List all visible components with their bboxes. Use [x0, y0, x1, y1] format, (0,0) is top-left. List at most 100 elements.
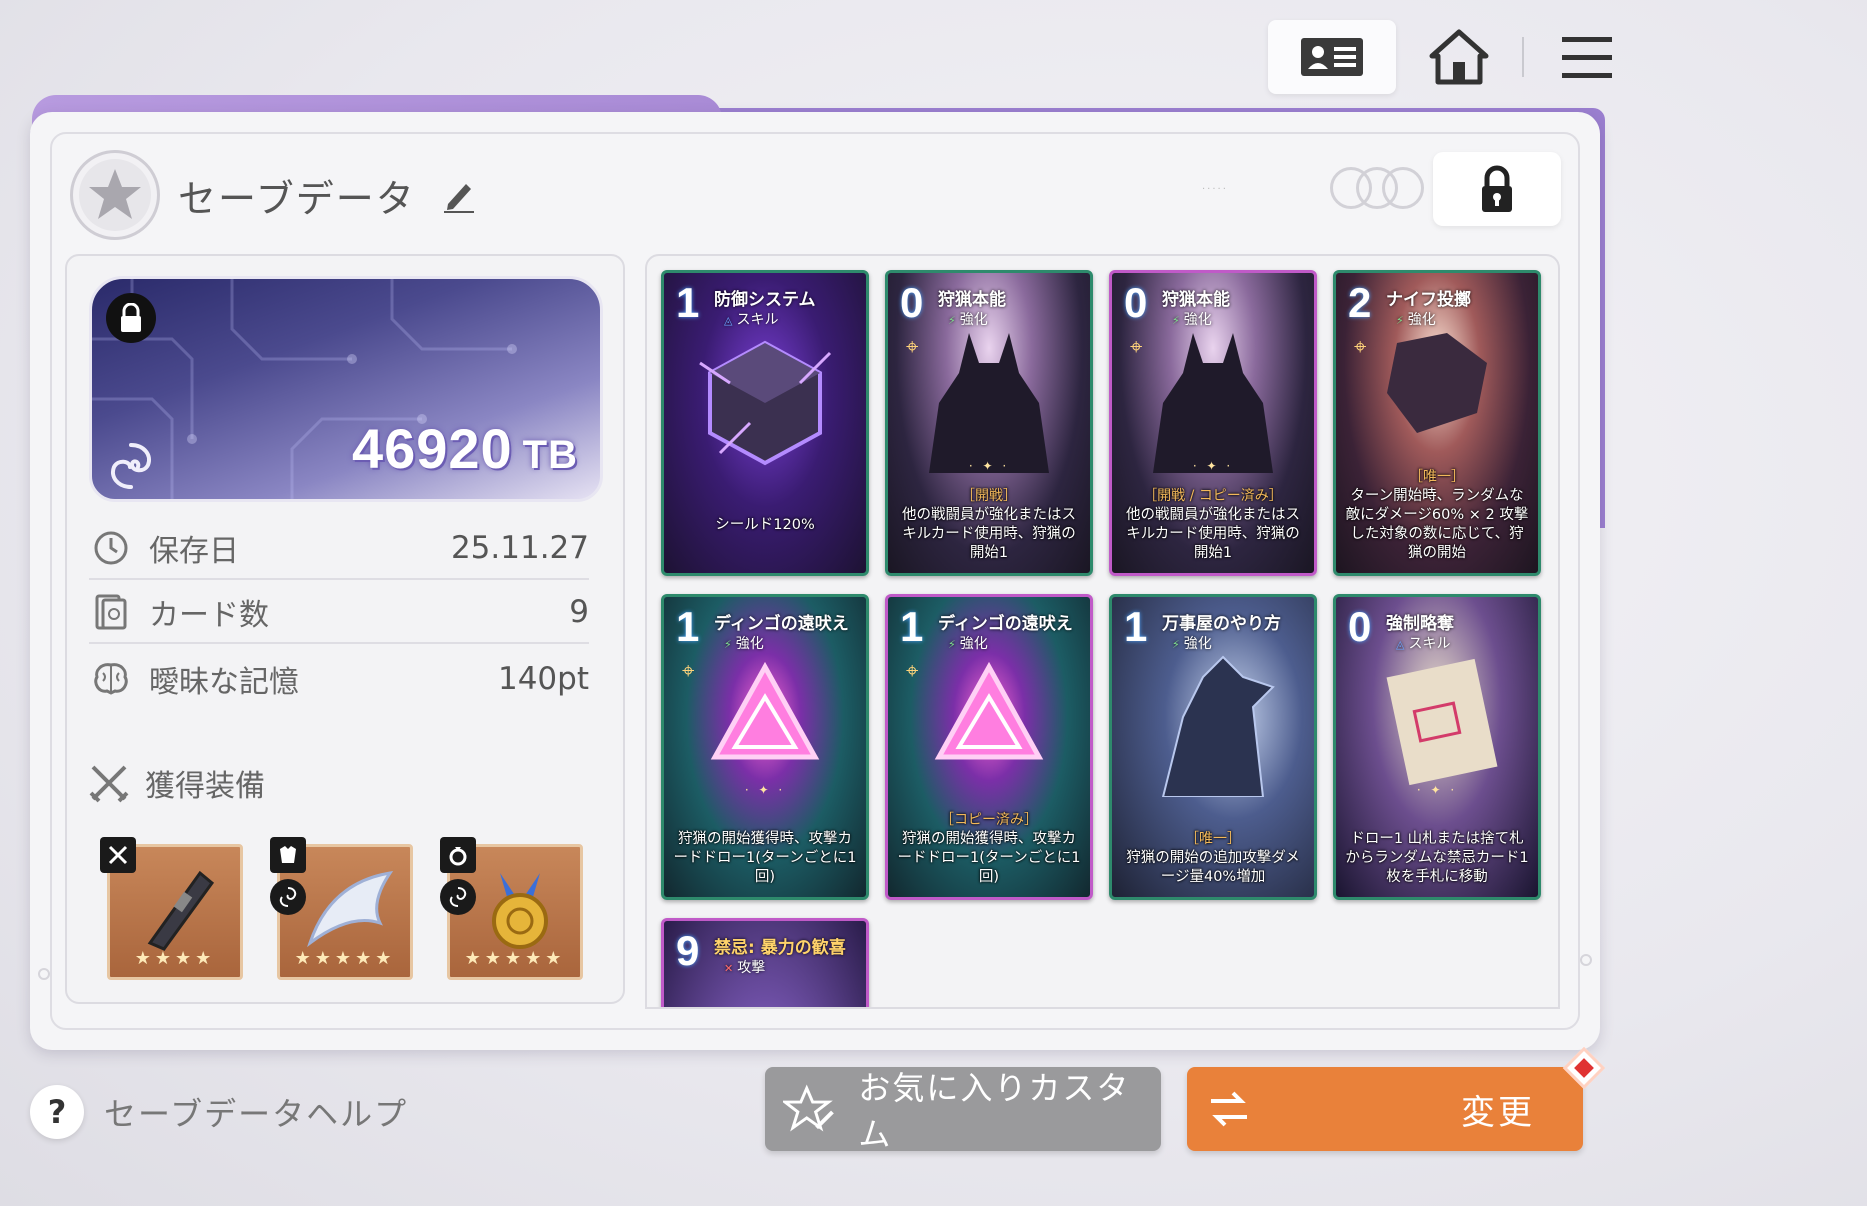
- stat-value: 140pt: [497, 661, 589, 697]
- card-tag: ［開戦］: [961, 488, 1017, 504]
- currency-value: 46920: [351, 417, 513, 480]
- card-type: 強化: [1396, 309, 1436, 329]
- card-cost: 0: [1348, 603, 1372, 650]
- card-name: 狩猟本能: [1162, 290, 1230, 310]
- home-icon: [1429, 29, 1489, 85]
- equipment-item-medal[interactable]: ★★★★★: [440, 837, 583, 980]
- swap-arrows-icon: [1211, 1091, 1247, 1127]
- stat-row-save-date: 保存日 25.11.27: [89, 518, 589, 580]
- deck-card[interactable]: ⌖ 1 ディンゴの遠吠え 強化 ［コピー済み］ 狩猟の開始獲得時、攻撃カードドロー…: [885, 594, 1093, 900]
- panel-side-dot-left: [38, 968, 50, 980]
- target-icon: ⌖: [1130, 335, 1143, 360]
- star-icon: [89, 169, 141, 219]
- stat-label: 保存日: [149, 534, 239, 569]
- currency-amount: 46920 TB: [352, 416, 578, 481]
- deck-card[interactable]: 0 強制略奪 スキル · ✦ · ドロー1 山札または捨て札からランダムな禁忌カ…: [1333, 594, 1541, 900]
- card-tag: ［唯一］: [1409, 469, 1465, 485]
- home-button[interactable]: [1424, 20, 1494, 94]
- rarity-stars: ★★★★: [134, 948, 216, 969]
- card-cost: 1: [900, 603, 924, 650]
- card-tag: ［コピー済み］: [940, 812, 1038, 828]
- card-type: スキル: [724, 309, 778, 329]
- card-name: 狩猟本能: [938, 290, 1006, 310]
- notification-badge: [1562, 1046, 1606, 1090]
- deck-card[interactable]: ⌖ 0 狩猟本能 強化 · ✦ · ［開戦］ 他の戦闘員が強化またはスキルカード使…: [885, 270, 1093, 576]
- favorite-custom-button[interactable]: お気に入りカスタム: [765, 1067, 1161, 1153]
- deck-card[interactable]: ⌖ 1 ディンゴの遠吠え 強化 · ✦ · 狩猟の開始獲得時、攻撃カードドロー1…: [661, 594, 869, 900]
- stat-row-memory: 曖昧な記憶 140pt: [89, 648, 589, 710]
- card-cost: 1: [676, 279, 700, 326]
- menu-button[interactable]: [1552, 20, 1622, 94]
- card-icon: [95, 594, 127, 630]
- card-description: ［唯一］ ターン開始時、ランダムな敵にダメージ60% × 2 攻撃した対象の数に応…: [1344, 468, 1530, 563]
- change-button[interactable]: 変更: [1187, 1046, 1606, 1151]
- card-name: 万事屋のやり方: [1162, 614, 1281, 634]
- card-type: 攻撃: [724, 957, 765, 977]
- nav-divider: [1522, 37, 1524, 77]
- deck-card[interactable]: 9 禁忌: 暴力の歓喜 攻撃: [661, 918, 869, 1007]
- change-label: 変更: [1461, 1092, 1535, 1133]
- target-icon: ⌖: [1354, 335, 1367, 360]
- deck-card[interactable]: 1 防御システム スキル シールド120%: [661, 270, 869, 576]
- save-slot-badge: [70, 150, 160, 240]
- card-name: ナイフ投擲: [1386, 290, 1471, 310]
- card-text: 狩猟の開始の追加攻撃ダメージ量40%増加: [1126, 850, 1300, 885]
- card-cost: 2: [1348, 279, 1372, 326]
- document-art: [1336, 647, 1538, 787]
- equipment-header: 獲得装備: [89, 761, 265, 805]
- help-link[interactable]: ? セーブデータヘルプ: [30, 1085, 408, 1139]
- card-cost: 1: [676, 603, 700, 650]
- card-tag: ［開戦 / コピー済み］: [1143, 488, 1283, 504]
- currency-card: 46920 TB: [89, 276, 603, 502]
- card-name: 防御システム: [714, 290, 816, 310]
- rings-decoration: [1330, 167, 1424, 209]
- lock-icon: [1482, 165, 1512, 212]
- deck-card[interactable]: 1 万事屋のやり方 強化 ［唯一］ 狩猟の開始の追加攻撃ダメージ量40%増加: [1109, 594, 1317, 900]
- card-type: スキル: [1396, 633, 1450, 653]
- stat-label: 曖昧な記憶: [149, 665, 299, 700]
- card-ornament: · ✦ ·: [1192, 459, 1234, 473]
- panel-side-dot-right: [1580, 954, 1592, 966]
- rarity-stars: ★★★★★: [464, 948, 566, 969]
- stat-label: カード数: [149, 598, 269, 633]
- hamburger-icon: [1562, 37, 1612, 78]
- target-icon: ⌖: [682, 659, 695, 684]
- card-description: ［コピー済み］ 狩猟の開始獲得時、攻撃カードドロー1(ターンごとに1回): [896, 811, 1082, 887]
- crossed-swords-icon: [89, 765, 129, 803]
- lock-button[interactable]: [1433, 152, 1561, 226]
- brain-icon: [94, 663, 128, 695]
- save-data-panel: セーブデータ ····· 46920 TB 保存日 25.11.27 カード数 …: [30, 112, 1600, 1050]
- card-cost: 0: [900, 279, 924, 326]
- card-text: 他の戦闘員が強化またはスキルカード使用時、狩猟の開始1: [1126, 507, 1300, 561]
- card-cost: 0: [1124, 279, 1148, 326]
- stat-row-card-count: カード数 9: [89, 582, 589, 644]
- clock-icon: [94, 531, 128, 565]
- equipment-item-cloak[interactable]: ★★★★★: [270, 837, 413, 980]
- card-cost: 1: [1124, 603, 1148, 650]
- save-info-card: 46920 TB 保存日 25.11.27 カード数 9 曖昧な記憶 140pt …: [65, 254, 625, 1004]
- profile-card-button[interactable]: [1268, 20, 1396, 94]
- card-type: 強化: [724, 633, 764, 653]
- card-text: 狩猟の開始獲得時、攻撃カードドロー1(ターンごとに1回): [897, 831, 1081, 885]
- id-card-icon: [1301, 38, 1363, 76]
- locked-badge: [106, 293, 156, 343]
- deck-card[interactable]: ⌖ 2 ナイフ投擲 強化 ［唯一］ ターン開始時、ランダムな敵にダメージ60% ×…: [1333, 270, 1541, 576]
- deck-card-grid: 1 防御システム スキル シールド120% ⌖ 0 狩猟本能 強化 · ✦ · …: [645, 254, 1560, 1009]
- card-description: ［唯一］ 狩猟の開始の追加攻撃ダメージ量40%増加: [1120, 830, 1306, 887]
- deck-card[interactable]: ⌖ 0 狩猟本能 強化 · ✦ · ［開戦 / コピー済み］ 他の戦闘員が強化また…: [1109, 270, 1317, 576]
- card-description: ［開戦］ 他の戦闘員が強化またはスキルカード使用時、狩猟の開始1: [896, 487, 1082, 563]
- card-name: 禁忌: 暴力の歓喜: [714, 938, 846, 958]
- top-navigation: [1268, 20, 1622, 94]
- edit-name-icon[interactable]: [440, 176, 478, 214]
- equipment-title: 獲得装備: [145, 769, 265, 804]
- card-ornament: · ✦ ·: [744, 783, 786, 797]
- equipment-item-gauntlet[interactable]: ★★★★: [100, 837, 243, 980]
- star-edit-icon: [783, 1084, 834, 1132]
- favorite-label: お気に入りカスタム: [858, 1069, 1131, 1153]
- gauntlet-icon: [147, 870, 215, 951]
- card-tag: ［唯一］: [1185, 831, 1241, 847]
- decorative-text: ·····: [1202, 184, 1228, 195]
- card-cost: 9: [676, 927, 700, 974]
- vortex-icon: [111, 443, 151, 489]
- card-name: ディンゴの遠吠え: [714, 614, 849, 634]
